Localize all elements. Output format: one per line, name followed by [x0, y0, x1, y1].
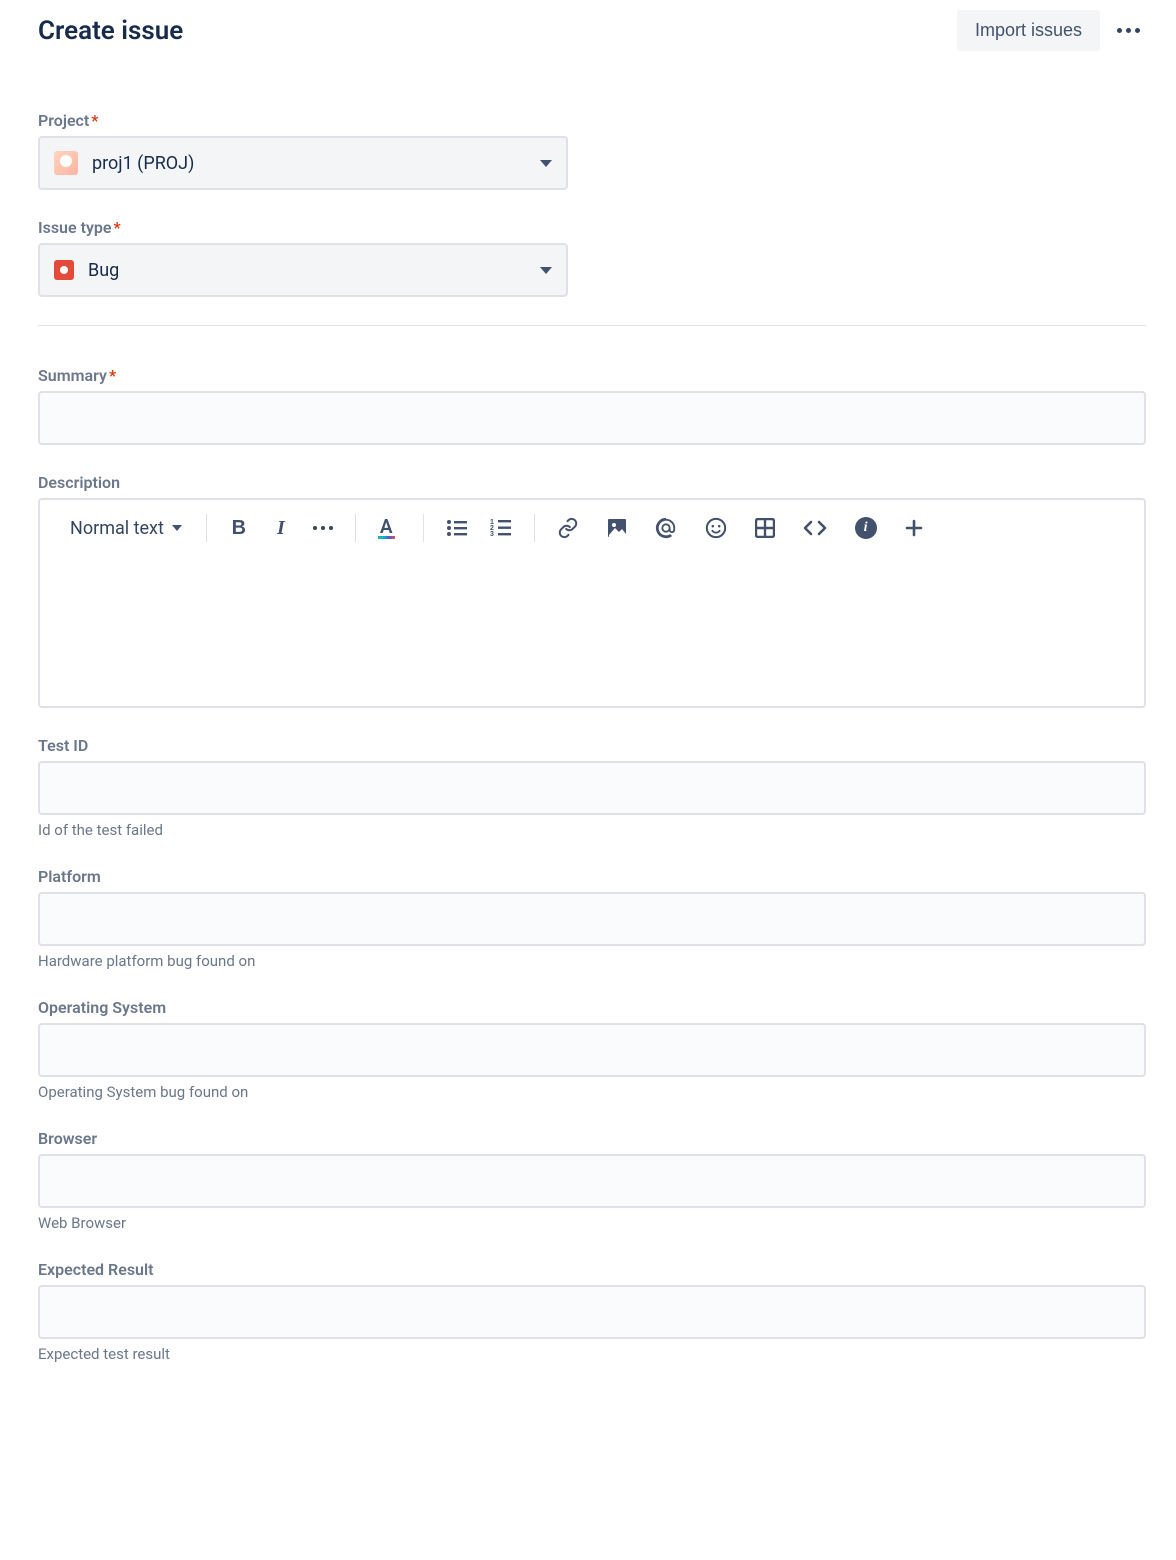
create-issue-modal: Create issue Import issues Project* proj…: [8, 0, 1176, 1363]
table-button[interactable]: [751, 512, 779, 544]
os-label: Operating System: [38, 998, 166, 1017]
test-id-help: Id of the test failed: [38, 821, 1146, 839]
issue-type-select[interactable]: Bug: [38, 243, 568, 297]
browser-input[interactable]: [38, 1154, 1146, 1208]
insert-more-button[interactable]: [901, 512, 931, 544]
browser-help: Web Browser: [38, 1214, 1146, 1232]
browser-label: Browser: [38, 1129, 97, 1148]
required-asterisk: *: [91, 111, 98, 130]
issue-type-select-value: Bug: [88, 260, 119, 281]
emoji-icon: [705, 517, 727, 539]
code-button[interactable]: [799, 512, 831, 544]
expected-result-help: Expected test result: [38, 1345, 1146, 1363]
code-icon: [803, 518, 827, 538]
link-button[interactable]: [553, 512, 583, 544]
summary-input[interactable]: [38, 391, 1146, 445]
bug-icon: [54, 260, 74, 280]
required-asterisk: *: [114, 218, 121, 237]
numbered-list-icon: 1 2 3: [490, 518, 512, 538]
modal-header: Create issue Import issues: [38, 10, 1146, 51]
chevron-down-icon: [540, 267, 552, 274]
header-actions: Import issues: [957, 10, 1146, 51]
os-field: Operating System Operating System bug fo…: [38, 998, 1146, 1101]
numbered-list-button[interactable]: 1 2 3: [486, 512, 516, 544]
section-divider: [38, 325, 1146, 326]
description-textarea[interactable]: [40, 556, 1144, 706]
description-label: Description: [38, 473, 120, 492]
more-icon: [313, 526, 333, 530]
mention-button[interactable]: [651, 512, 681, 544]
expected-result-label: Expected Result: [38, 1260, 154, 1279]
mention-icon: [655, 517, 677, 539]
toolbar-separator: [206, 514, 207, 542]
project-avatar-icon: [54, 151, 78, 175]
import-issues-button[interactable]: Import issues: [957, 10, 1100, 51]
project-label: Project*: [38, 111, 98, 130]
browser-field: Browser Web Browser: [38, 1129, 1146, 1232]
issue-type-field: Issue type* Bug: [38, 218, 1146, 297]
text-style-dropdown[interactable]: Normal text: [70, 518, 188, 539]
italic-button[interactable]: I: [267, 512, 295, 544]
image-button[interactable]: [603, 512, 631, 544]
info-icon: i: [855, 517, 877, 539]
test-id-label: Test ID: [38, 736, 88, 755]
os-input[interactable]: [38, 1023, 1146, 1077]
issue-type-label: Issue type*: [38, 218, 121, 237]
chevron-down-icon: [172, 525, 182, 531]
test-id-input[interactable]: [38, 761, 1146, 815]
chevron-down-icon: [540, 160, 552, 167]
more-actions-button[interactable]: [1110, 13, 1146, 49]
table-icon: [755, 518, 775, 538]
info-button[interactable]: i: [851, 512, 881, 544]
bullet-list-icon: [446, 518, 468, 538]
project-select[interactable]: proj1 (PROJ): [38, 136, 568, 190]
test-id-field: Test ID Id of the test failed: [38, 736, 1146, 839]
platform-field: Platform Hardware platform bug found on: [38, 867, 1146, 970]
required-asterisk: *: [109, 366, 116, 385]
toolbar-separator: [534, 514, 535, 542]
plus-icon: [905, 519, 923, 537]
image-icon: [607, 518, 627, 538]
expected-result-input[interactable]: [38, 1285, 1146, 1339]
platform-input[interactable]: [38, 892, 1146, 946]
description-editor: Normal text B I A: [38, 498, 1146, 708]
description-field: Description Normal text B I A: [38, 473, 1146, 708]
more-icon: [1117, 28, 1140, 33]
page-title: Create issue: [38, 16, 183, 46]
text-color-icon: A: [378, 517, 395, 539]
expected-result-field: Expected Result Expected test result: [38, 1260, 1146, 1363]
toolbar-separator: [423, 514, 424, 542]
bold-button[interactable]: B: [225, 512, 253, 544]
emoji-button[interactable]: [701, 512, 731, 544]
text-style-label: Normal text: [70, 518, 164, 539]
more-formatting-button[interactable]: [309, 512, 337, 544]
bullet-list-button[interactable]: [442, 512, 472, 544]
svg-text:3: 3: [490, 531, 494, 538]
os-help: Operating System bug found on: [38, 1083, 1146, 1101]
summary-label: Summary*: [38, 366, 116, 385]
summary-field: Summary*: [38, 366, 1146, 445]
toolbar-separator: [355, 514, 356, 542]
project-field: Project* proj1 (PROJ): [38, 111, 1146, 190]
link-icon: [557, 517, 579, 539]
bold-icon: B: [232, 517, 246, 540]
platform-label: Platform: [38, 867, 101, 886]
italic-icon: I: [277, 517, 285, 540]
editor-toolbar: Normal text B I A: [40, 500, 1144, 556]
platform-help: Hardware platform bug found on: [38, 952, 1146, 970]
text-color-button[interactable]: A: [374, 512, 405, 544]
project-select-value: proj1 (PROJ): [92, 153, 194, 174]
